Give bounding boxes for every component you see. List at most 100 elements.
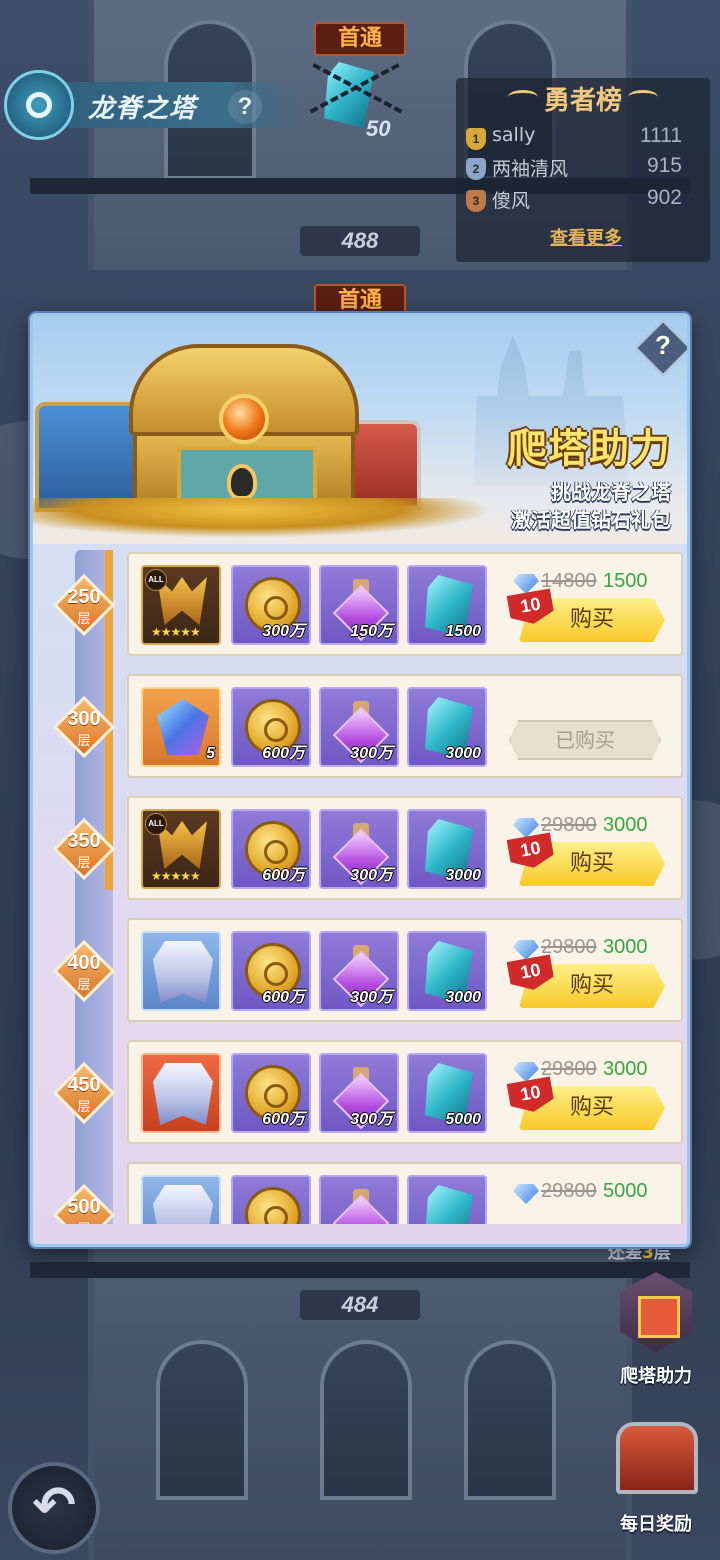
potion-icon (332, 1189, 390, 1224)
floor-marker-number: 250 (67, 586, 101, 608)
item-quantity: 600万 (262, 989, 305, 1006)
armor-item[interactable] (141, 1175, 221, 1224)
floor-marker-unit: 层 (77, 612, 91, 627)
gem-icon (157, 699, 209, 755)
crystal-icon (425, 1185, 473, 1224)
floor-marker: 450 层 (52, 1061, 116, 1125)
item-quantity: 5000 (445, 1111, 481, 1128)
gold-coin-icon (245, 1187, 301, 1224)
original-price: 29800 (541, 1180, 597, 1202)
sale-price: 1500 (603, 570, 648, 592)
gold-coin-item[interactable]: 300万 (231, 565, 311, 645)
floor-marker-unit: 层 (77, 978, 91, 993)
diamond-icon (513, 1062, 539, 1082)
diamond-icon (513, 818, 539, 838)
ranking-name: 傻风 (492, 190, 531, 212)
item-quantity: 3000 (445, 745, 481, 762)
rank-medal-gold-icon: 1 (466, 128, 486, 150)
tier-list[interactable]: 250 层 ALL ★★★★★ 300万 150万 1500 14800 1500 购买 10 300… (33, 544, 687, 1224)
ranking-row: 2 两袖清风 915 (466, 154, 682, 184)
sale-price: 5000 (603, 1180, 648, 1202)
potion-item[interactable]: 300万 (319, 809, 399, 889)
crystal-item[interactable]: 5000 (407, 1053, 487, 1133)
ranking-name: 两袖清风 (492, 158, 569, 180)
item-quantity: 300万 (262, 623, 305, 640)
golden-chest-illustration (129, 344, 359, 524)
gift-box-icon (620, 1272, 692, 1352)
potion-item[interactable]: 150万 (319, 565, 399, 645)
crystal-item[interactable]: 1500 (407, 565, 487, 645)
ranking-name: sally (492, 124, 536, 146)
item-quantity: 5 (206, 745, 215, 762)
gold-coin-item[interactable]: 600万 (231, 809, 311, 889)
diamond-icon (513, 574, 539, 594)
item-quantity: 300万 (350, 989, 393, 1006)
treasure-chest-icon (616, 1422, 698, 1494)
floor-marker-number: 500 (67, 1196, 101, 1218)
back-button[interactable] (8, 1462, 100, 1554)
tier-row: 29800 5000 (127, 1162, 683, 1224)
ranking-panel: 勇者榜 1 sally 1111 2 两袖清风 915 3 傻风 902 查看更… (456, 78, 710, 262)
diamond-icon (513, 940, 539, 960)
tier-row: 5 600万 300万 3000 已购买 (127, 674, 683, 778)
tower-ledge (30, 1262, 690, 1278)
floor-marker-number: 400 (67, 952, 101, 974)
floor-marker: 250 层 (52, 573, 116, 637)
rank-medal-silver-icon: 2 (466, 158, 486, 180)
floor-marker: 400 层 (52, 939, 116, 1003)
potion-item[interactable]: 300万 (319, 931, 399, 1011)
ranking-more-link[interactable]: 查看更多 (550, 224, 622, 250)
floor-marker-unit: 层 (77, 1100, 91, 1115)
tower-help-side-button[interactable]: 爬塔助力 (606, 1268, 706, 1388)
armor-item[interactable] (141, 931, 221, 1011)
potion-item[interactable] (319, 1175, 399, 1224)
reward-count: 50 (366, 116, 391, 141)
daily-reward-button[interactable]: 每日奖励 (606, 1416, 706, 1536)
crystal-item[interactable]: 3000 (407, 809, 487, 889)
diamond-icon (513, 1184, 539, 1204)
floor-marker-number: 300 (67, 708, 101, 730)
crystal-item[interactable] (407, 1175, 487, 1224)
item-quantity: 150万 (350, 623, 393, 640)
crystal-item[interactable]: 3000 (407, 931, 487, 1011)
floor-marker: 350 层 (52, 817, 116, 881)
gold-coin-item[interactable]: 600万 (231, 1053, 311, 1133)
armor-icon (153, 941, 213, 1003)
tower-arch (156, 1340, 248, 1500)
tier-row: ALL ★★★★★ 300万 150万 1500 14800 1500 购买 10 (127, 552, 683, 656)
potion-item[interactable]: 300万 (319, 1053, 399, 1133)
all-badge-icon: ALL (145, 813, 167, 835)
floor-number-below: 484 (300, 1290, 420, 1320)
hero-helm-item[interactable]: ALL ★★★★★ (141, 565, 221, 645)
item-quantity: 3000 (445, 989, 481, 1006)
tier-row: 600万 300万 5000 29800 3000 购买 10 (127, 1040, 683, 1144)
floor-marker-unit: 层 (77, 856, 91, 871)
first-pass-label: 首通 (314, 22, 406, 56)
first-pass-reward[interactable]: 50 (306, 56, 406, 146)
item-quantity: 300万 (350, 1111, 393, 1128)
tier-row: ALL ★★★★★ 600万 300万 3000 29800 3000 购买 10 (127, 796, 683, 900)
item-quantity: 300万 (350, 867, 393, 884)
potion-item[interactable]: 300万 (319, 687, 399, 767)
tower-emblem-icon (4, 70, 74, 140)
armor-item[interactable] (141, 1053, 221, 1133)
floor-marker: 500层 (52, 1183, 116, 1224)
tower-arch (320, 1340, 412, 1500)
gold-coin-item[interactable]: 600万 (231, 687, 311, 767)
hero-helm-item[interactable]: ALL ★★★★★ (141, 809, 221, 889)
gold-coin-item[interactable] (231, 1175, 311, 1224)
tier-row: 600万 300万 3000 29800 3000 购买 10 (127, 918, 683, 1022)
five-stars-icon: ★★★★★ (151, 625, 201, 639)
gem-item[interactable]: 5 (141, 687, 221, 767)
tower-help-button[interactable]: ? (228, 90, 262, 124)
price: 29800 5000 (513, 1180, 683, 1206)
modal-help-button[interactable]: ? (643, 330, 683, 366)
ranking-score: 902 (646, 186, 682, 209)
item-quantity: 600万 (262, 867, 305, 884)
floor-marker-number: 350 (67, 830, 101, 852)
gold-coin-item[interactable]: 600万 (231, 931, 311, 1011)
floor-marker: 300 层 (52, 695, 116, 759)
floor-marker-unit: 层 (77, 734, 91, 749)
crystal-item[interactable]: 3000 (407, 687, 487, 767)
ranking-row: 1 sally 1111 (466, 124, 682, 154)
